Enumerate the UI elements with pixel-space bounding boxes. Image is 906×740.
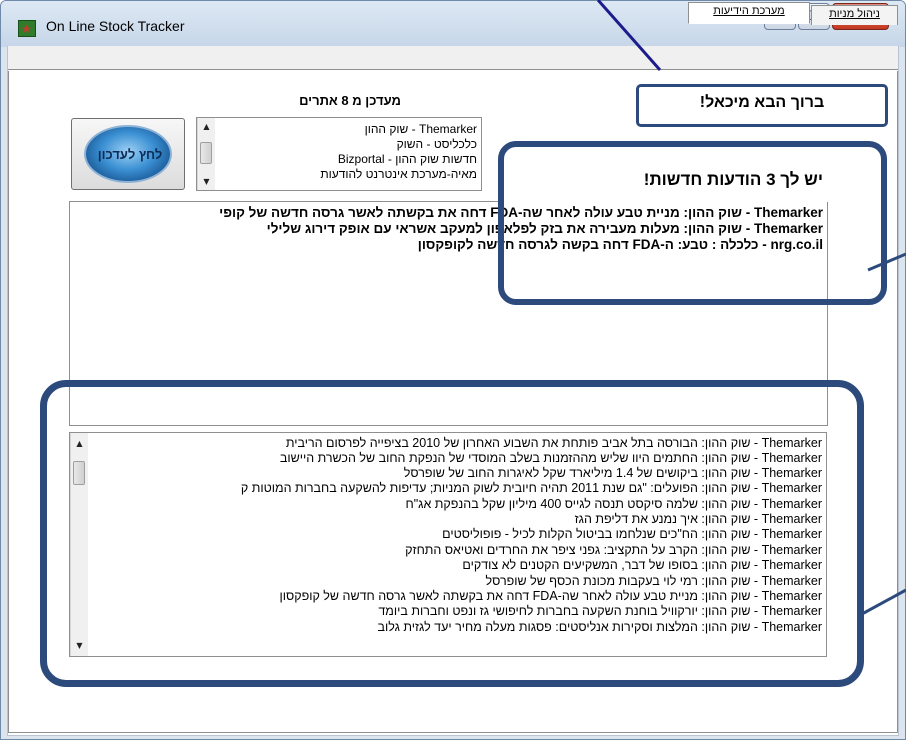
pointer-line-top [596,0,662,71]
callout-pointer-lines [596,0,906,616]
pointer-line-middle [867,252,906,272]
pointer-line-bottom [861,588,906,616]
